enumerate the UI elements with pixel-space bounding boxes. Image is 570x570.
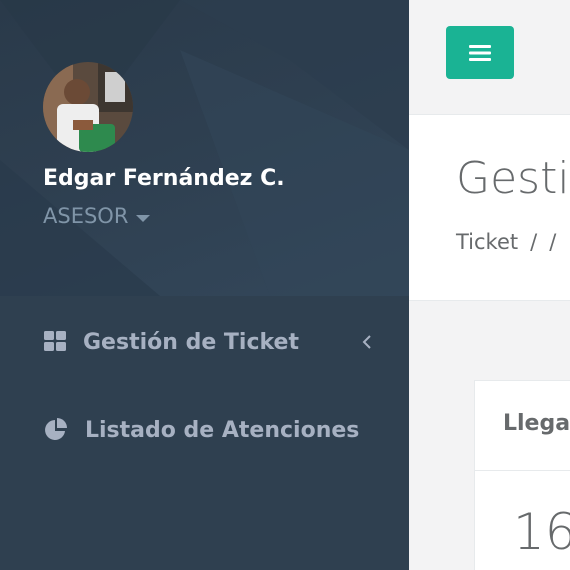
breadcrumb-item-ticket[interactable]: Ticket: [456, 230, 518, 254]
profile-background-pattern: [0, 0, 409, 296]
page-title: Gestio: [456, 153, 570, 204]
grid-icon: [44, 331, 66, 351]
top-navbar: [409, 0, 570, 115]
sidebar-item-label: Listado de Atenciones: [85, 417, 360, 443]
page-heading: Gestio Ticket / /: [409, 115, 570, 301]
hamburger-icon: [469, 44, 491, 61]
widget-divider: [475, 470, 570, 471]
profile-header: Edgar Fernández C. ASESOR: [0, 0, 409, 296]
widget-value: 16: [513, 503, 570, 561]
stat-widget: Llega 16: [474, 380, 570, 570]
pie-chart-icon: [45, 418, 67, 440]
sidebar: Edgar Fernández C. ASESOR Gestión de Tic…: [0, 0, 409, 570]
toggle-sidebar-button[interactable]: [446, 26, 514, 79]
user-role-label: ASESOR: [43, 204, 129, 228]
breadcrumb-separator: /: [549, 230, 557, 254]
widget-title: Llega: [503, 411, 570, 436]
sidebar-item-label: Gestión de Ticket: [83, 329, 299, 355]
sidebar-item-gestion-de-ticket[interactable]: Gestión de Ticket: [0, 312, 409, 372]
sidebar-item-listado-de-atenciones[interactable]: Listado de Atenciones: [0, 400, 409, 460]
breadcrumb-separator: /: [530, 230, 538, 254]
user-role-dropdown[interactable]: ASESOR: [43, 204, 151, 228]
avatar-photo: [43, 62, 133, 152]
avatar[interactable]: [43, 62, 133, 152]
caret-down-icon: [136, 214, 151, 222]
breadcrumb: Ticket / /: [456, 230, 568, 254]
user-name[interactable]: Edgar Fernández C.: [43, 166, 285, 191]
chevron-left-icon: [362, 335, 371, 349]
